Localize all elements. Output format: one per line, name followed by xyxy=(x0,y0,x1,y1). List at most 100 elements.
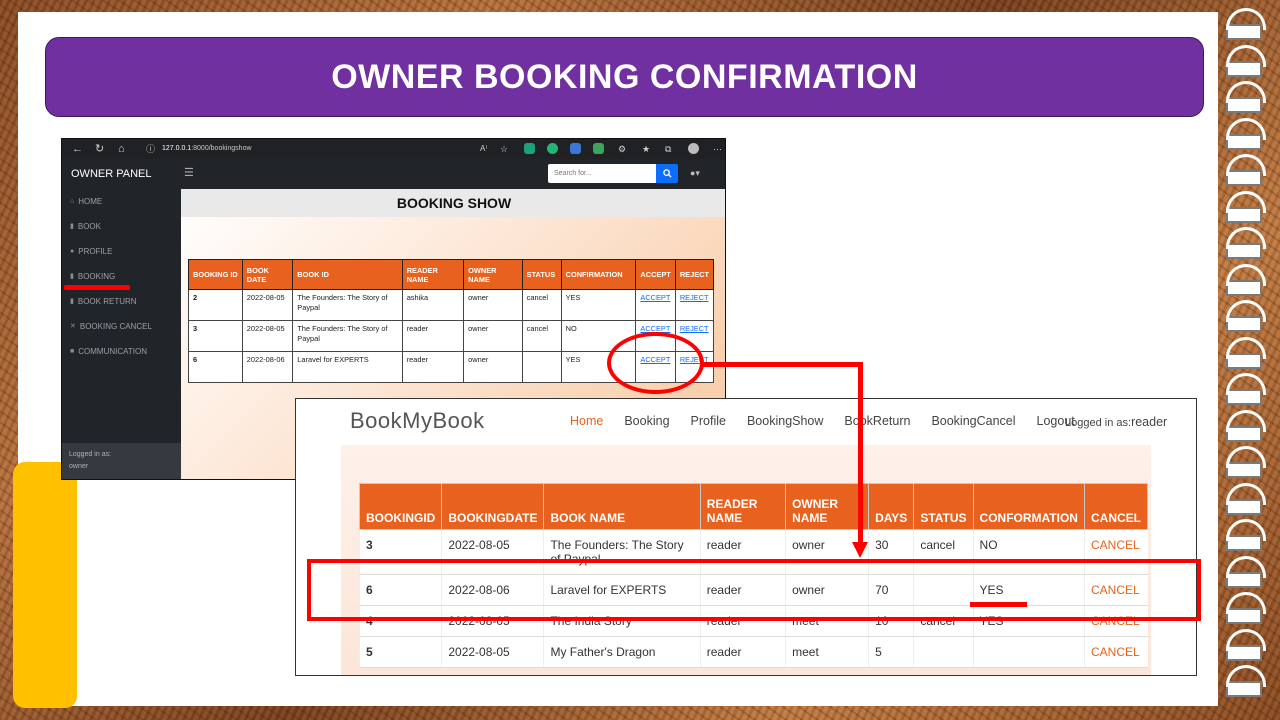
sidebar-item-profile[interactable]: ● PROFILE xyxy=(70,246,112,258)
user-icon: ● xyxy=(70,248,75,255)
read-aloud-icon[interactable]: A⁾ xyxy=(480,142,487,156)
cell-booking-id: 5 xyxy=(358,636,442,668)
sidebar-item-communication[interactable]: ■ COMMUNICATION xyxy=(70,346,147,358)
cell-book-name: My Father's Dragon xyxy=(543,636,701,668)
url-path: :8000/bookingshow xyxy=(191,145,252,152)
book-icon: ▮ xyxy=(70,298,74,305)
book-icon: ▮ xyxy=(70,223,74,230)
url-host: 127.0.0.1 xyxy=(162,145,192,152)
nav-book-return[interactable]: BookReturn xyxy=(844,414,910,428)
sidebar-item-home[interactable]: ⌂ HOME xyxy=(70,196,102,208)
close-icon: ✕ xyxy=(70,323,76,330)
reader-menu: Home Booking Profile BookingShow BookRet… xyxy=(570,414,1075,428)
nav-booking-show[interactable]: BookingShow xyxy=(747,414,823,428)
column-header: OWNER NAME xyxy=(785,483,870,530)
menu-toggle-icon[interactable]: ☰ xyxy=(184,166,194,179)
table-row: 5 2022-08-05 My Father's Dragon reader m… xyxy=(358,636,1148,668)
back-icon[interactable]: ← xyxy=(72,142,83,156)
binding-ring xyxy=(1226,8,1266,30)
binding-ring xyxy=(1226,555,1266,578)
more-icon[interactable]: ⋯ xyxy=(713,142,722,156)
column-header: CANCEL xyxy=(1084,483,1148,530)
cell-book: The Founders: The Story of Paypal xyxy=(292,320,403,352)
avatar[interactable] xyxy=(688,143,699,154)
bookmark-icon: ▮ xyxy=(70,273,74,280)
brand[interactable]: OWNER PANEL xyxy=(71,168,151,180)
nav-profile[interactable]: Profile xyxy=(691,414,726,428)
column-header: ACCEPT xyxy=(635,259,676,290)
binding-ring xyxy=(1226,300,1266,322)
cell-days: 5 xyxy=(868,636,914,668)
accept-link[interactable]: ACCEPT xyxy=(640,293,670,302)
cell-booking-id: 6 xyxy=(188,351,243,383)
arrow-head-icon xyxy=(852,542,868,558)
table-header-row: BOOKING ID BOOK DATE BOOK ID READER NAME… xyxy=(188,259,715,290)
user-menu-icon[interactable]: ●▾ xyxy=(690,168,700,179)
favorites-icon[interactable]: ★ xyxy=(642,142,650,156)
binding-ring xyxy=(1226,117,1266,140)
column-header: OWNER NAME xyxy=(463,259,523,290)
nav-booking[interactable]: Booking xyxy=(624,414,669,428)
address-bar[interactable]: 127.0.0.1:8000/bookingshow xyxy=(162,142,492,156)
binding-ring xyxy=(1226,81,1266,103)
sidebar-item-booking[interactable]: ▮ BOOKING xyxy=(70,271,115,283)
reader-site-screenshot: BookMyBook Home Booking Profile BookingS… xyxy=(295,398,1197,676)
extensions-icon[interactable]: ⚙ xyxy=(618,142,626,156)
extension-icon[interactable] xyxy=(570,143,581,154)
connector-arrow-line xyxy=(858,362,863,544)
column-header: DAYS xyxy=(868,483,915,530)
binding-ring xyxy=(1226,263,1266,286)
cell-reader: reader xyxy=(401,351,465,383)
cell-reader: reader xyxy=(401,320,465,352)
cell-reader: reader xyxy=(699,636,786,668)
highlight-box-row-6 xyxy=(307,559,1201,621)
favorite-icon[interactable]: ☆ xyxy=(500,142,508,156)
reader-navbar: BookMyBook Home Booking Profile BookingS… xyxy=(296,399,1196,445)
chat-icon: ■ xyxy=(70,348,75,355)
cancel-link[interactable]: CANCEL xyxy=(1091,538,1140,552)
binding-ring xyxy=(1226,482,1266,505)
reject-link[interactable]: REJECT xyxy=(680,293,709,302)
column-header: BOOKINGID xyxy=(358,483,443,530)
cell-reader: ashika xyxy=(401,289,465,321)
cell-confirmation: YES xyxy=(560,289,637,321)
cell-book: Laravel for EXPERTS xyxy=(292,351,403,383)
cell-book-date: 2022-08-06 xyxy=(241,351,294,383)
yellow-tab xyxy=(13,462,77,708)
extension-icon[interactable] xyxy=(524,143,535,154)
cell-book-date: 2022-08-05 xyxy=(241,289,294,321)
collections-icon[interactable]: ⧉ xyxy=(665,142,671,156)
cell-owner: meet xyxy=(785,636,869,668)
reload-icon[interactable]: ↻ xyxy=(95,142,104,156)
cell-owner: owner xyxy=(463,320,523,352)
column-header: BOOKINGDATE xyxy=(441,483,545,530)
home-icon[interactable]: ⌂ xyxy=(118,142,125,156)
nav-booking-cancel[interactable]: BookingCancel xyxy=(931,414,1015,428)
reject-link[interactable]: REJECT xyxy=(680,324,709,333)
sidebar-item-booking-cancel[interactable]: ✕ BOOKING CANCEL xyxy=(70,321,152,333)
binding-ring xyxy=(1226,190,1266,213)
search-button[interactable] xyxy=(656,164,678,183)
cell-status: cancel xyxy=(521,289,562,321)
sidebar-item-book-return[interactable]: ▮ BOOK RETURN xyxy=(70,296,137,308)
shield-icon[interactable] xyxy=(593,143,604,154)
table-header-row: BOOKINGID BOOKINGDATE BOOK NAME READER N… xyxy=(358,483,1148,530)
cell-owner: owner xyxy=(463,351,523,383)
cell-book: The Founders: The Story of Paypal xyxy=(292,289,403,321)
search-input[interactable]: Search for... xyxy=(548,164,656,183)
nav-home[interactable]: Home xyxy=(570,414,603,428)
sidebar-item-book[interactable]: ▮ BOOK xyxy=(70,221,101,233)
cell-booking-id: 3 xyxy=(188,320,243,352)
owner-topnav: OWNER PANEL ☰ Search for... ●▾ xyxy=(62,159,725,189)
cancel-link[interactable]: CANCEL xyxy=(1091,645,1140,659)
column-header: CONFORMATION xyxy=(972,483,1086,530)
column-header: BOOKING ID xyxy=(188,259,243,290)
sidebar-footer: Logged in as: owner xyxy=(62,443,181,479)
site-logo[interactable]: BookMyBook xyxy=(350,408,485,434)
highlight-underline-yes xyxy=(970,602,1027,607)
logged-in-status: Logged in as:reader xyxy=(1065,415,1167,429)
cell-booking-id: 2 xyxy=(188,289,243,321)
binding-ring xyxy=(1226,592,1266,614)
browser-toolbar: ← ↻ ⌂ ⓘ 127.0.0.1:8000/bookingshow A⁾ ☆ … xyxy=(62,139,725,159)
extension-icon[interactable] xyxy=(547,143,558,154)
